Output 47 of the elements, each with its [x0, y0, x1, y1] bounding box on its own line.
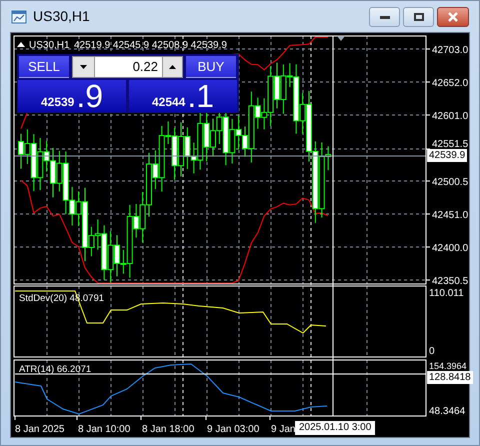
- price-axis-label: 42451.0: [432, 210, 468, 221]
- minimize-icon: [380, 14, 390, 18]
- price-axis-label: 42652.0: [432, 78, 468, 89]
- chart-symbol: US30,H1: [29, 40, 70, 51]
- collapse-triangle-icon: [17, 42, 25, 47]
- increase-button[interactable]: [162, 57, 182, 77]
- time-axis-label: 8 Jan 18:00: [142, 424, 194, 435]
- close-icon: [447, 12, 459, 22]
- buy-price-digit: .1: [187, 80, 214, 112]
- price-axis-label: 42703.0: [432, 45, 468, 56]
- maximize-button[interactable]: [403, 6, 434, 26]
- buy-price: 42544: [152, 94, 186, 110]
- time-axis-label: 9 Jan 03:00: [207, 424, 260, 435]
- crosshair-time-tag: 2025.01.10 3:00: [295, 421, 376, 435]
- indicator-axis-label: 154.3964: [429, 361, 467, 371]
- maximize-icon: [414, 12, 424, 20]
- close-button[interactable]: [437, 6, 469, 26]
- time-axis-label: 8 Jan 10:00: [78, 424, 130, 435]
- indicator-axis-label: 48.3464: [429, 406, 466, 417]
- volume-value: 0.22: [132, 58, 159, 76]
- price-axis-label: 42500.5: [432, 177, 468, 188]
- indicator-axis-label: 0: [429, 346, 435, 357]
- crosshair-value-tag: 128.8418: [427, 371, 473, 384]
- minimize-button[interactable]: [369, 6, 400, 26]
- price-axis-label: 42551.5: [432, 139, 468, 150]
- window-title: US30,H1: [33, 7, 90, 26]
- price-axis-label: 42601.0: [432, 111, 468, 122]
- decrease-button[interactable]: [73, 57, 95, 77]
- sell-price: 42539: [40, 94, 74, 110]
- sell-price-box[interactable]: 42539.9: [18, 80, 126, 112]
- price-axis-label: 42350.5: [432, 276, 468, 287]
- price-axis-label: 42400.0: [432, 243, 468, 254]
- indicator-axis-label: 110.011: [429, 288, 464, 299]
- ohlc-values: 42519.9 42545.9 42508.9 42539.9: [74, 40, 227, 51]
- time-axis-label: 8 Jan 2025: [15, 424, 64, 435]
- up-arrow-icon: [169, 65, 176, 69]
- indicator-label: ATR(14) 66.2071: [19, 364, 92, 375]
- buy-button[interactable]: BUY: [186, 56, 236, 78]
- volume-spinner[interactable]: 0.22: [72, 56, 183, 78]
- chart-window-icon: [11, 8, 27, 24]
- time-axis-label: 9 Jan: [271, 424, 296, 435]
- current-price-tag: 42539.9: [427, 149, 468, 162]
- sell-price-digit: .9: [76, 80, 104, 112]
- buy-price-box[interactable]: 42544.1: [129, 80, 237, 112]
- down-arrow-icon: [80, 65, 87, 69]
- chart-shift-marker-icon: [337, 36, 345, 41]
- sell-button[interactable]: SELL: [19, 56, 69, 78]
